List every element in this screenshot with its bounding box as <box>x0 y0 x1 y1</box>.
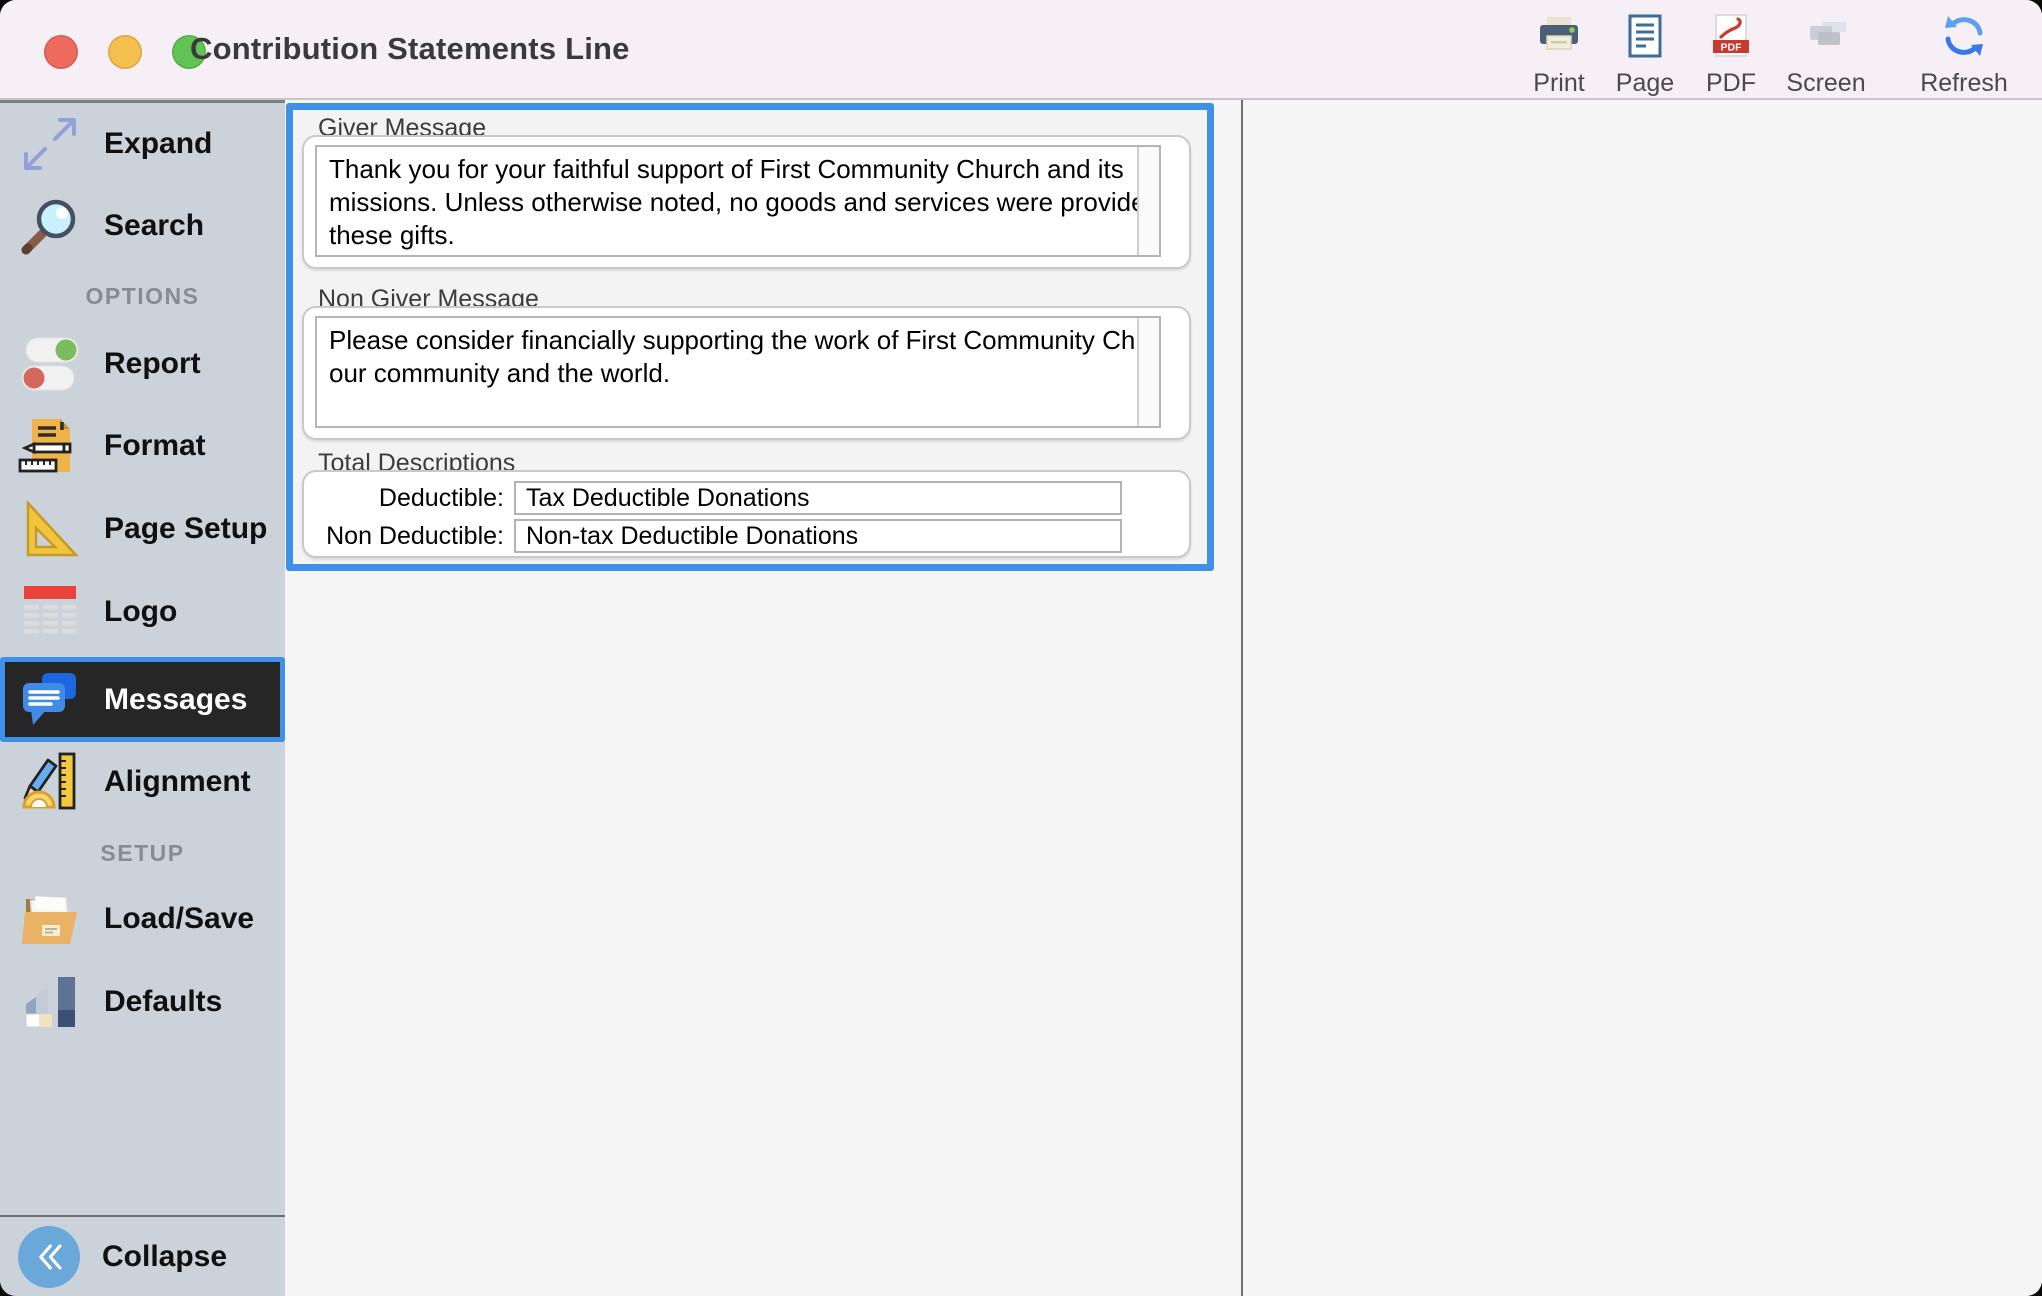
non-deductible-row: Non Deductible: <box>312 519 1181 553</box>
printer-icon <box>1535 12 1583 65</box>
document-pencil-ruler-icon <box>18 414 82 478</box>
refresh-icon <box>1940 12 1988 65</box>
toggles-icon <box>18 332 82 396</box>
sidebar-item-label: Messages <box>104 683 247 717</box>
sidebar-item-label: Report <box>104 347 201 381</box>
svg-text:PDF: PDF <box>1721 42 1743 54</box>
sidebar-item-report[interactable]: Report <box>0 329 285 399</box>
giver-message-textarea[interactable]: Thank you for your faithful support of F… <box>317 147 1159 255</box>
sidebar-item-label: Search <box>104 209 204 243</box>
page-label: Page <box>1616 69 1674 98</box>
messages-settings-panel: Giver Message Thank you for your faithfu… <box>286 103 1214 571</box>
sidebar-item-label: Defaults <box>104 985 222 1019</box>
pencil-ruler-protractor-icon <box>18 750 82 814</box>
app-window: Contribution Statements Line Print <box>0 0 2042 1296</box>
sidebar-item-label: Format <box>104 429 206 463</box>
window-title: Contribution Statements Line <box>190 0 630 98</box>
expand-icon <box>18 112 82 176</box>
non-giver-message-scrollbar[interactable] <box>1137 318 1159 426</box>
refresh-button[interactable]: Refresh <box>1912 12 2016 98</box>
blocks-icon <box>18 970 82 1034</box>
pdf-button[interactable]: PDF PDF <box>1688 12 1774 98</box>
pdf-icon: PDF <box>1707 12 1755 65</box>
minimize-window-button[interactable] <box>108 35 142 69</box>
deductible-row: Deductible: <box>312 481 1181 515</box>
sidebar-item-load-save[interactable]: Load/Save <box>0 884 285 954</box>
sidebar-item-label: Expand <box>104 127 212 161</box>
sidebar-item-label: Alignment <box>104 765 251 799</box>
sidebar-section-options: OPTIONS <box>0 283 285 310</box>
close-window-button[interactable] <box>44 35 78 69</box>
toolbar: Print Page <box>1516 0 2016 104</box>
screen-icon <box>1802 12 1850 65</box>
print-button[interactable]: Print <box>1516 12 1602 98</box>
traffic-lights <box>44 35 206 69</box>
logo-placeholder-icon <box>18 580 82 644</box>
sidebar-item-label: Page Setup <box>104 512 267 546</box>
print-label: Print <box>1533 69 1584 98</box>
sidebar-item-expand[interactable]: Expand <box>0 109 285 179</box>
sidebar-collapse-button[interactable]: Collapse <box>0 1215 285 1296</box>
giver-message-groupbox: Thank you for your faithful support of F… <box>302 135 1191 269</box>
main-content: Giver Message Thank you for your faithfu… <box>285 100 2042 1296</box>
non-deductible-input[interactable] <box>514 519 1122 553</box>
sidebar-item-alignment[interactable]: Alignment <box>0 747 285 817</box>
sidebar: Expand Search OPTIONS <box>0 100 285 1296</box>
collapse-label: Collapse <box>102 1240 227 1274</box>
search-icon <box>18 194 82 258</box>
non-deductible-label: Non Deductible: <box>312 522 504 551</box>
non-giver-message-groupbox: Please consider financially supporting t… <box>302 306 1191 440</box>
page-icon <box>1621 12 1669 65</box>
sidebar-item-label: Load/Save <box>104 902 254 936</box>
sidebar-item-label: Logo <box>104 595 177 629</box>
sidebar-section-setup: SETUP <box>0 840 285 867</box>
double-chevron-left-icon <box>18 1226 80 1288</box>
deductible-input[interactable] <box>514 481 1122 515</box>
deductible-label: Deductible: <box>312 484 504 513</box>
pdf-label: PDF <box>1706 69 1756 98</box>
total-descriptions-groupbox: Deductible: Non Deductible: <box>302 470 1191 558</box>
sidebar-item-messages[interactable]: Messages <box>0 657 285 742</box>
title-bar: Contribution Statements Line Print <box>0 0 2042 100</box>
sidebar-item-format[interactable]: Format <box>0 411 285 481</box>
sidebar-item-page-setup[interactable]: Page Setup <box>0 494 285 564</box>
giver-message-field: Thank you for your faithful support of F… <box>315 145 1161 257</box>
giver-message-scrollbar[interactable] <box>1137 147 1159 255</box>
open-folder-icon <box>18 887 82 951</box>
sidebar-item-search[interactable]: Search <box>0 191 285 261</box>
chat-bubbles-icon <box>18 668 82 732</box>
set-square-icon <box>18 497 82 561</box>
page-button[interactable]: Page <box>1602 12 1688 98</box>
screen-button[interactable]: Screen <box>1774 12 1878 98</box>
non-giver-message-field: Please consider financially supporting t… <box>315 316 1161 428</box>
refresh-label: Refresh <box>1920 69 2008 98</box>
sidebar-item-logo[interactable]: Logo <box>0 577 285 647</box>
non-giver-message-textarea[interactable]: Please consider financially supporting t… <box>317 318 1159 426</box>
sidebar-item-defaults[interactable]: Defaults <box>0 967 285 1037</box>
screen-label: Screen <box>1786 69 1865 98</box>
report-preview-pane <box>1243 100 2042 1296</box>
